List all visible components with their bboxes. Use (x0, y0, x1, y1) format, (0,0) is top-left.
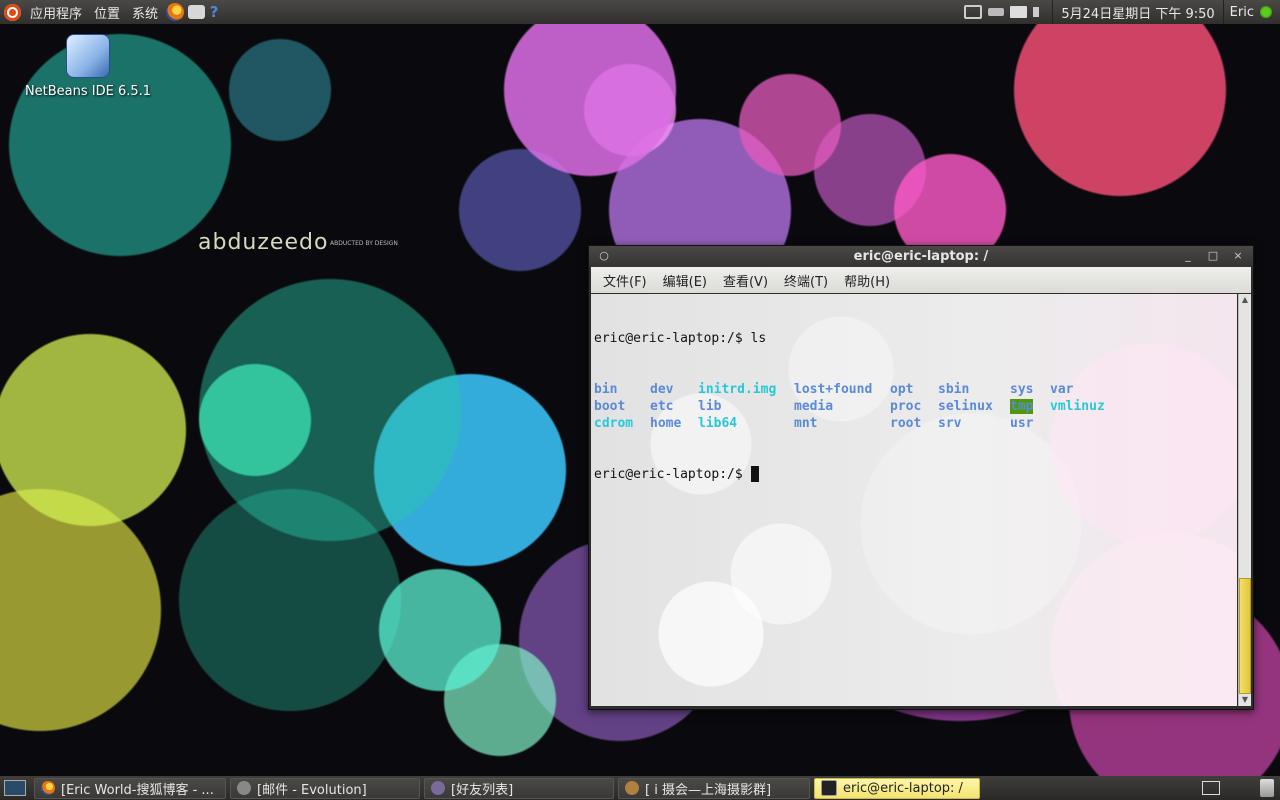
ls-entry: mnt (794, 416, 818, 431)
task-label: [邮件 - Evolution] (257, 782, 367, 798)
command-line: eric@eric-laptop:/$ ls (594, 331, 767, 346)
ls-entry: sys (1010, 382, 1034, 397)
taskbar-item-qq-group[interactable]: [ i 摄会—上海摄影群] (618, 777, 810, 799)
help-launcher-icon[interactable]: ? (207, 3, 221, 21)
prompt: eric@eric-laptop:/$ (594, 467, 751, 482)
user-menu[interactable]: Eric (1224, 0, 1260, 24)
volume-icon[interactable] (1033, 7, 1049, 17)
taskbar-item-terminal[interactable]: eric@eric-laptop: / (814, 777, 980, 799)
ls-entry: boot (594, 399, 626, 414)
applications-menu[interactable]: 应用程序 (24, 0, 88, 24)
ls-entry: var (1050, 382, 1074, 397)
ls-entry: home (650, 416, 682, 431)
ls-entry: media (794, 399, 834, 414)
ls-entry: tmp (1010, 399, 1034, 414)
menu-edit[interactable]: 编辑(E) (655, 271, 715, 290)
maximize-icon[interactable]: □ (1206, 249, 1220, 263)
ls-entry: usr (1010, 416, 1034, 431)
clock[interactable]: 5月24日星期日 下午 9:50 (1052, 0, 1224, 24)
places-menu[interactable]: 位置 (88, 0, 126, 24)
taskbar-item-buddy-list[interactable]: [好友列表] (424, 777, 614, 799)
task-label: eric@eric-laptop: / (843, 780, 963, 796)
online-status-icon[interactable] (1260, 6, 1272, 18)
netbeans-icon (66, 34, 110, 78)
qq-group-icon (625, 781, 639, 795)
text-cursor (750, 466, 759, 482)
ubuntu-logo-icon[interactable] (4, 3, 21, 21)
evolution-icon (237, 781, 251, 795)
ls-entry: vmlinuz (1050, 399, 1105, 414)
terminal-scrollbar[interactable]: ▲ ▼ (1238, 294, 1251, 706)
scroll-up-icon[interactable]: ▲ (1239, 294, 1251, 306)
ls-entry: lib (698, 399, 722, 414)
ls-entry: opt (890, 382, 914, 397)
window-menu-icon[interactable]: ○ (597, 249, 611, 263)
ls-entry (1050, 415, 1122, 432)
terminal-titlebar[interactable]: ○ eric@eric-laptop: / _ □ × (589, 246, 1253, 267)
scroll-thumb[interactable] (1239, 578, 1251, 694)
menu-terminal[interactable]: 终端(T) (776, 271, 836, 290)
show-desktop-button[interactable] (4, 780, 26, 796)
ls-entry: proc (890, 399, 922, 414)
keyboard-icon[interactable] (988, 8, 1005, 16)
menu-view[interactable]: 查看(V) (715, 271, 776, 290)
evolution-launcher-icon[interactable] (188, 5, 206, 19)
top-panel: 应用程序 位置 系统 ? 5月24日星期日 下午 9:50 Eric (0, 0, 1280, 24)
wallpaper-brand: abduzeedo (198, 230, 329, 255)
minimize-icon[interactable]: _ (1181, 249, 1195, 263)
menu-file[interactable]: 文件(F) (595, 271, 655, 290)
terminal-menubar: 文件(F) 编辑(E) 查看(V) 终端(T) 帮助(H) (591, 267, 1251, 293)
firefox-icon (41, 781, 55, 795)
wallpaper-tagline: ABDUCTED BY DESIGN (330, 240, 398, 247)
terminal-icon (821, 780, 837, 796)
ls-row: bin dev initrd.img lost+found opt sbin sys var (594, 381, 1122, 398)
qq-icon (431, 781, 445, 795)
terminal-window[interactable]: ○ eric@eric-laptop: / _ □ × 文件(F) 编辑(E) … (588, 245, 1254, 710)
task-label: [ i 摄会—上海摄影群] (645, 782, 772, 798)
scroll-down-icon[interactable]: ▼ (1239, 694, 1251, 706)
ls-entry: cdrom (594, 416, 634, 431)
netbeans-desktop-icon[interactable]: NetBeans IDE 6.5.1 (18, 34, 158, 99)
bottom-panel: [Eric World-搜狐博客 - ... [邮件 - Evolution] … (0, 776, 1280, 800)
task-label: [Eric World-搜狐博客 - ... (61, 782, 214, 798)
ls-entry: selinux (938, 399, 993, 414)
firefox-launcher-icon[interactable] (166, 3, 185, 21)
scroll-track[interactable] (1239, 306, 1251, 694)
taskbar-item-evolution[interactable]: [邮件 - Evolution] (230, 777, 420, 799)
netbeans-label: NetBeans IDE 6.5.1 (24, 84, 152, 99)
menu-help[interactable]: 帮助(H) (836, 271, 898, 290)
terminal-title: eric@eric-laptop: / (853, 249, 989, 264)
ls-row: boot etc lib media proc selinux tmp vmlinuz (594, 398, 1122, 415)
ls-entry: lost+found (794, 382, 873, 397)
mail-notify-icon[interactable] (1010, 6, 1028, 18)
ls-entry: sbin (938, 382, 970, 397)
system-menu[interactable]: 系统 (126, 0, 164, 24)
taskbar-item-firefox[interactable]: [Eric World-搜狐博客 - ... (34, 777, 226, 799)
ls-entry: srv (938, 416, 962, 431)
trash-icon[interactable] (1260, 779, 1274, 797)
terminal-output[interactable]: eric@eric-laptop:/$ ls bin dev initrd.img l… (591, 294, 1237, 706)
prompt-line: eric@eric-laptop:/$ (594, 466, 1122, 483)
task-label: [好友列表] (451, 782, 514, 798)
ls-entry: initrd.img (698, 382, 777, 397)
ls-output: bin dev initrd.img lost+found opt sbin sys var b… (594, 381, 1122, 432)
ls-entry: bin (594, 382, 618, 397)
close-icon[interactable]: × (1231, 249, 1245, 263)
ls-entry: etc (650, 399, 674, 414)
ls-row: cdrom home lib64 mnt root srv usr (594, 415, 1122, 432)
ls-entry: dev (650, 382, 674, 397)
workspace-switcher[interactable] (1202, 781, 1220, 795)
network-icon[interactable] (964, 5, 983, 19)
ls-entry: lib64 (698, 416, 738, 431)
ls-entry: root (890, 416, 922, 431)
